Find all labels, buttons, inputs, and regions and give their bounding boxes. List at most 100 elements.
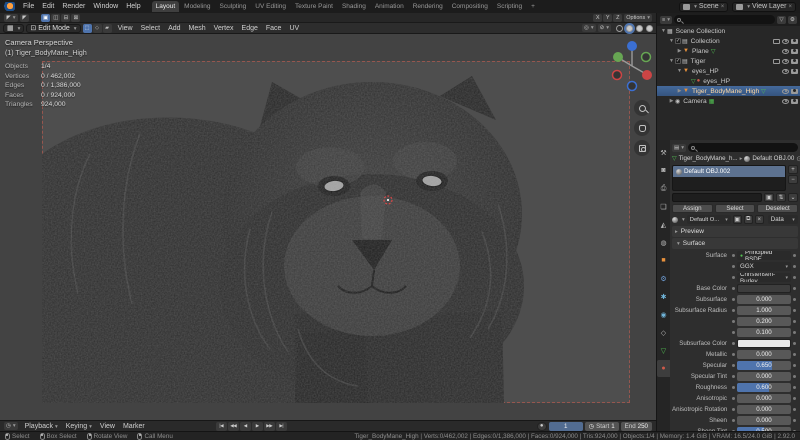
viewport-menu-uv[interactable]: UV bbox=[285, 24, 303, 33]
tool-properties-tab[interactable]: ⚒ bbox=[657, 144, 670, 161]
outliner-row-camera[interactable]: ▶◉Camera▦ bbox=[657, 96, 800, 106]
material-preview-shading-button[interactable] bbox=[636, 25, 643, 32]
frame-start-field[interactable]: ◷Start1 bbox=[585, 422, 619, 431]
select-tool-button[interactable]: ◤ bbox=[20, 14, 29, 22]
blender-logo-icon[interactable] bbox=[4, 2, 15, 11]
menu-render[interactable]: Render bbox=[58, 2, 89, 11]
hide-render-icon[interactable] bbox=[791, 49, 798, 54]
viewport-menu-view[interactable]: View bbox=[114, 24, 137, 33]
slot-specials-menu[interactable]: ⌄ bbox=[788, 193, 798, 202]
timeline-menu-keying[interactable]: Keying bbox=[62, 422, 96, 431]
menu-file[interactable]: File bbox=[19, 2, 38, 11]
assign-button[interactable]: Assign bbox=[672, 204, 713, 213]
jump-to-prev-keyframe-button[interactable]: ◀◀ bbox=[228, 422, 239, 431]
material-slot-selected[interactable]: Default OBJ.002 bbox=[673, 166, 785, 177]
output-properties-tab[interactable]: ⎙ bbox=[657, 180, 670, 197]
navigation-gizmo[interactable] bbox=[610, 38, 654, 94]
scene-properties-tab[interactable]: ◭ bbox=[657, 216, 670, 233]
physics-properties-tab[interactable]: ◉ bbox=[657, 306, 670, 323]
preview-panel-header[interactable]: Preview bbox=[672, 226, 798, 237]
viewport-menu-mesh[interactable]: Mesh bbox=[185, 24, 210, 33]
frame-end-field[interactable]: End250 bbox=[621, 422, 652, 431]
shield-icon[interactable]: ▣ bbox=[733, 215, 742, 224]
value-slider[interactable]: 0.000 bbox=[737, 394, 791, 403]
value-slider[interactable]: 1.000 bbox=[737, 306, 791, 315]
view-layer-selector[interactable]: View Layer × bbox=[732, 2, 796, 12]
3d-viewport[interactable]: Camera Perspective (1) Tiger_BodyMane_Hi… bbox=[0, 34, 656, 420]
select-button[interactable]: Select bbox=[715, 204, 756, 213]
material-properties-tab[interactable]: ● bbox=[657, 360, 670, 377]
hide-render-icon[interactable] bbox=[791, 59, 798, 64]
hide-viewport-icon[interactable] bbox=[782, 39, 789, 44]
breadcrumb-object[interactable]: Tiger_BodyMane_h... bbox=[679, 155, 738, 162]
value-slider[interactable]: 0.000 bbox=[737, 372, 791, 381]
hide-viewport-icon[interactable] bbox=[782, 49, 789, 54]
outliner-search-input[interactable] bbox=[674, 15, 775, 24]
render-properties-tab[interactable]: ◙ bbox=[657, 162, 670, 179]
viewport-menu-edge[interactable]: Edge bbox=[238, 24, 262, 33]
face-select-button[interactable]: ▰ bbox=[103, 24, 112, 33]
outliner-row-plane[interactable]: ▶▼Plane▽ bbox=[657, 46, 800, 56]
hide-viewport-icon[interactable] bbox=[782, 99, 789, 104]
value-slider[interactable]: 0.600 bbox=[737, 383, 791, 392]
timeline-menu-marker[interactable]: Marker bbox=[119, 422, 149, 431]
value-slider[interactable]: 0.000 bbox=[737, 350, 791, 359]
close-icon[interactable]: × bbox=[721, 4, 725, 10]
gizmos-dropdown[interactable]: ◎ bbox=[582, 24, 596, 32]
workspace-tab-sculpting[interactable]: Sculpting bbox=[216, 1, 251, 12]
outliner-display-mode[interactable]: ≡ bbox=[660, 16, 672, 24]
material-name-field[interactable] bbox=[672, 193, 762, 202]
hide-render-icon[interactable] bbox=[791, 69, 798, 74]
material-slot-list[interactable]: Default OBJ.002 bbox=[672, 165, 786, 191]
screen-icon[interactable] bbox=[773, 39, 780, 44]
menu-window[interactable]: Window bbox=[89, 2, 122, 11]
editor-type-button[interactable]: ▦ bbox=[3, 24, 24, 33]
select-option-0[interactable]: ▣ bbox=[41, 14, 50, 22]
dropdown-field[interactable]: Christensen-Burley bbox=[737, 273, 791, 282]
data-source-dropdown[interactable]: Data bbox=[768, 215, 798, 224]
mirror-y-toggle[interactable]: Y bbox=[603, 14, 612, 22]
camera-view-button[interactable] bbox=[634, 140, 650, 156]
rendered-shading-button[interactable] bbox=[646, 25, 653, 32]
outliner-row-collection[interactable]: ▼✓▤Collection bbox=[657, 36, 800, 46]
tiger-model[interactable] bbox=[0, 34, 656, 420]
outliner-row-eyes-hp[interactable]: ▽●eyes_HP bbox=[657, 76, 800, 86]
timeline-menu-view[interactable]: View bbox=[96, 422, 119, 431]
outliner-options-button[interactable]: ⚙ bbox=[788, 16, 797, 24]
workspace-tab-shading[interactable]: Shading bbox=[338, 1, 370, 12]
viewport-menu-face[interactable]: Face bbox=[262, 24, 286, 33]
menu-edit[interactable]: Edit bbox=[38, 2, 58, 11]
value-slider[interactable]: 0.000 bbox=[737, 416, 791, 425]
workspace-tab-rendering[interactable]: Rendering bbox=[409, 1, 447, 12]
edge-select-button[interactable]: ◇ bbox=[93, 24, 102, 33]
expand-icon[interactable]: ▶ bbox=[676, 48, 683, 54]
select-option-1[interactable]: ◫ bbox=[51, 14, 60, 22]
collection-checkbox[interactable]: ✓ bbox=[675, 58, 681, 64]
jump-to-start-button[interactable]: |◀ bbox=[216, 422, 227, 431]
add-slot-button[interactable]: + bbox=[788, 165, 798, 174]
auto-keying-toggle[interactable]: ● bbox=[537, 422, 547, 431]
solid-shading-button[interactable] bbox=[626, 25, 633, 32]
workspace-tab-scripting[interactable]: Scripting bbox=[493, 1, 526, 12]
collapse-icon[interactable]: ▼ bbox=[676, 68, 683, 74]
surface-panel-header[interactable]: Surface bbox=[672, 238, 798, 249]
viewport-menu-add[interactable]: Add bbox=[164, 24, 184, 33]
outliner-filter-button[interactable]: ▽ bbox=[777, 16, 786, 24]
collection-checkbox[interactable]: ✓ bbox=[675, 38, 681, 44]
object-properties-tab[interactable]: ■ bbox=[657, 252, 670, 269]
play-button[interactable]: ▶ bbox=[252, 422, 263, 431]
workspace-tab-layout[interactable]: Layout bbox=[152, 1, 180, 12]
hide-viewport-icon[interactable] bbox=[782, 69, 789, 74]
viewport-menu-vertex[interactable]: Vertex bbox=[210, 24, 238, 33]
value-slider[interactable]: 0.100 bbox=[737, 328, 791, 337]
node-field[interactable]: ●Principled BSDF bbox=[737, 251, 791, 260]
timeline-editor-icon[interactable]: ◷ bbox=[4, 422, 18, 430]
value-slider[interactable]: 0.650 bbox=[737, 361, 791, 370]
workspace-tab-uv-editing[interactable]: UV Editing bbox=[251, 1, 290, 12]
jump-to-end-button[interactable]: ▶| bbox=[276, 422, 287, 431]
outliner-row-tiger-bodymane-high[interactable]: ▶▼Tiger_BodyMane_High▽ bbox=[657, 86, 800, 96]
mode-dropdown[interactable]: ⊡Edit Mode bbox=[26, 24, 80, 33]
workspace-tab-compositing[interactable]: Compositing bbox=[448, 1, 492, 12]
outliner-row-scene collection[interactable]: ▼▦Scene Collection bbox=[657, 26, 800, 36]
workspace-tab-modeling[interactable]: Modeling bbox=[180, 1, 214, 12]
